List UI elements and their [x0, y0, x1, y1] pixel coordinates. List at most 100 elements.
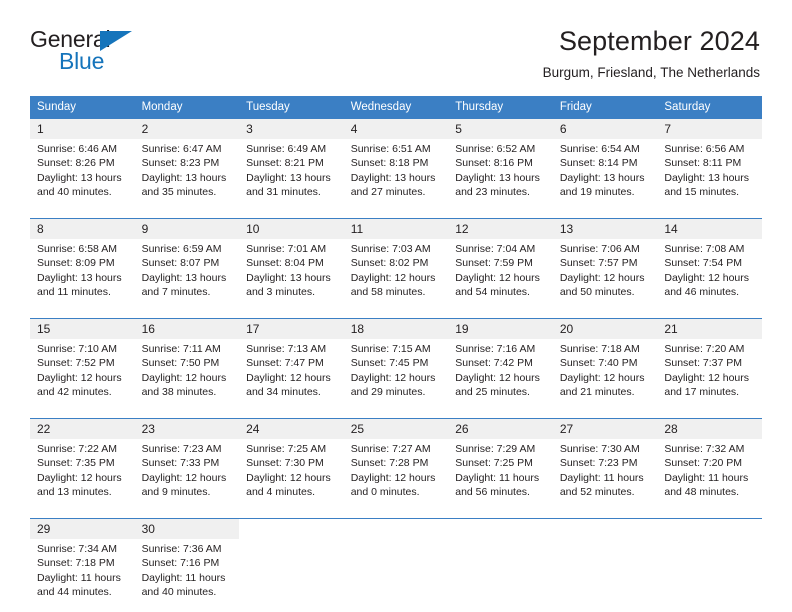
day-cell[interactable]: Sunrise: 7:27 AM Sunset: 7:28 PM Dayligh… [343, 439, 449, 509]
day-cell[interactable]: Sunrise: 7:03 AM Sunset: 8:02 PM Dayligh… [343, 239, 449, 309]
day-cell[interactable]: Sunrise: 7:15 AM Sunset: 7:45 PM Dayligh… [343, 339, 449, 409]
day-number[interactable]: 17 [239, 318, 344, 340]
day-cell[interactable]: Sunrise: 7:16 AM Sunset: 7:42 PM Dayligh… [448, 339, 553, 409]
sunrise-text: Sunrise: 7:18 AM [559, 343, 640, 356]
day-cell[interactable]: Sunrise: 7:04 AM Sunset: 7:59 PM Dayligh… [448, 239, 553, 309]
sunset-text: Sunset: 8:04 PM [246, 257, 324, 270]
day-number[interactable]: 15 [30, 318, 135, 340]
calendar-body: 1 2 3 4 5 6 7 Sunrise: 6:46 AM Sunset: 8… [30, 118, 762, 609]
day-number-empty [552, 518, 658, 540]
day-number[interactable]: 13 [552, 218, 658, 240]
day-number[interactable]: 30 [134, 518, 240, 540]
weekday-header-sunday: Sunday [30, 96, 135, 119]
daylight-text-line2: and 40 minutes. [141, 585, 217, 598]
day-cell[interactable]: Sunrise: 6:56 AM Sunset: 8:11 PM Dayligh… [657, 139, 762, 209]
daylight-text-line2: and 34 minutes. [246, 385, 321, 398]
day-number[interactable]: 7 [657, 118, 762, 140]
day-cell[interactable]: Sunrise: 7:06 AM Sunset: 7:57 PM Dayligh… [552, 239, 658, 309]
daylight-text-line1: Daylight: 13 hours [246, 271, 331, 284]
daylight-text-line1: Daylight: 12 hours [350, 271, 436, 284]
day-number[interactable]: 8 [30, 218, 135, 240]
day-number[interactable]: 11 [343, 218, 449, 240]
day-cell[interactable]: Sunrise: 7:36 AM Sunset: 7:16 PM Dayligh… [134, 539, 240, 609]
day-cell[interactable]: Sunrise: 7:22 AM Sunset: 7:35 PM Dayligh… [30, 439, 135, 509]
day-number[interactable]: 10 [239, 218, 344, 240]
day-number[interactable]: 9 [134, 218, 240, 240]
day-cell[interactable]: Sunrise: 7:34 AM Sunset: 7:18 PM Dayligh… [30, 539, 135, 609]
daylight-text-line1: Daylight: 11 hours [37, 571, 121, 584]
daylight-text-line2: and 23 minutes. [455, 185, 530, 198]
sunrise-text: Sunrise: 7:36 AM [141, 543, 222, 556]
daylight-text-line1: Daylight: 12 hours [559, 371, 645, 384]
day-cell-empty [448, 539, 553, 609]
day-cell[interactable]: Sunrise: 6:59 AM Sunset: 8:07 PM Dayligh… [134, 239, 240, 309]
sunset-text: Sunset: 7:57 PM [559, 257, 638, 270]
weekday-header-monday: Monday [134, 96, 240, 119]
day-cell[interactable]: Sunrise: 7:25 AM Sunset: 7:30 PM Dayligh… [239, 439, 344, 509]
day-cell[interactable]: Sunrise: 7:30 AM Sunset: 7:23 PM Dayligh… [552, 439, 658, 509]
week-spacer-cell [30, 509, 762, 519]
day-cell[interactable]: Sunrise: 7:18 AM Sunset: 7:40 PM Dayligh… [552, 339, 658, 409]
week-spacer-cell [30, 409, 762, 419]
day-number[interactable]: 2 [134, 118, 240, 140]
daylight-text-line1: Daylight: 13 hours [350, 171, 436, 184]
daylight-text-line1: Daylight: 13 hours [246, 171, 331, 184]
day-cell[interactable]: Sunrise: 7:01 AM Sunset: 8:04 PM Dayligh… [239, 239, 344, 309]
day-cell[interactable]: Sunrise: 7:20 AM Sunset: 7:37 PM Dayligh… [657, 339, 762, 409]
day-number[interactable]: 19 [448, 318, 553, 340]
daylight-text-line2: and 21 minutes. [559, 385, 635, 398]
daylight-text-line1: Daylight: 12 hours [350, 371, 436, 384]
day-number[interactable]: 1 [30, 118, 135, 140]
day-number[interactable]: 27 [552, 418, 658, 440]
day-cell[interactable]: Sunrise: 6:49 AM Sunset: 8:21 PM Dayligh… [239, 139, 344, 209]
logo-triangle-icon [100, 31, 132, 51]
day-cell[interactable]: Sunrise: 7:13 AM Sunset: 7:47 PM Dayligh… [239, 339, 344, 409]
day-number[interactable]: 24 [239, 418, 344, 440]
sunset-text: Sunset: 7:25 PM [455, 457, 533, 470]
day-number[interactable]: 21 [657, 318, 762, 340]
day-cell[interactable]: Sunrise: 7:29 AM Sunset: 7:25 PM Dayligh… [448, 439, 553, 509]
sunrise-text: Sunrise: 7:03 AM [350, 243, 431, 256]
day-number[interactable]: 3 [239, 118, 344, 140]
daylight-text-line1: Daylight: 12 hours [664, 371, 750, 384]
sunset-text: Sunset: 8:07 PM [141, 257, 220, 270]
day-number[interactable]: 18 [343, 318, 449, 340]
sunset-text: Sunset: 7:42 PM [455, 357, 533, 370]
day-number[interactable]: 6 [552, 118, 658, 140]
daylight-text-line2: and 44 minutes. [37, 585, 112, 598]
sunset-text: Sunset: 8:16 PM [455, 157, 533, 170]
day-cell[interactable]: Sunrise: 6:54 AM Sunset: 8:14 PM Dayligh… [552, 139, 658, 209]
day-number[interactable]: 4 [343, 118, 449, 140]
day-cell[interactable]: Sunrise: 7:32 AM Sunset: 7:20 PM Dayligh… [657, 439, 762, 509]
day-cell[interactable]: Sunrise: 6:46 AM Sunset: 8:26 PM Dayligh… [30, 139, 135, 209]
sunrise-text: Sunrise: 6:47 AM [141, 143, 222, 156]
day-number[interactable]: 16 [134, 318, 240, 340]
sunrise-text: Sunrise: 7:32 AM [664, 443, 745, 456]
day-cell[interactable]: Sunrise: 6:52 AM Sunset: 8:16 PM Dayligh… [448, 139, 553, 209]
day-number[interactable]: 22 [30, 418, 135, 440]
day-cell[interactable]: Sunrise: 7:08 AM Sunset: 7:54 PM Dayligh… [657, 239, 762, 309]
sunrise-text: Sunrise: 7:11 AM [141, 343, 221, 356]
day-cell[interactable]: Sunrise: 6:58 AM Sunset: 8:09 PM Dayligh… [30, 239, 135, 309]
day-cell[interactable]: Sunrise: 7:23 AM Sunset: 7:33 PM Dayligh… [134, 439, 240, 509]
daylight-text-line2: and 31 minutes. [246, 185, 321, 198]
day-number[interactable]: 23 [134, 418, 240, 440]
sunset-text: Sunset: 7:59 PM [455, 257, 533, 270]
day-number[interactable]: 29 [30, 518, 135, 540]
day-cell[interactable]: Sunrise: 6:51 AM Sunset: 8:18 PM Dayligh… [343, 139, 449, 209]
day-number[interactable]: 26 [448, 418, 553, 440]
general-blue-logo: General Blue [30, 26, 150, 78]
sunrise-text: Sunrise: 6:56 AM [664, 143, 745, 156]
day-number[interactable]: 25 [343, 418, 449, 440]
day-number[interactable]: 5 [448, 118, 553, 140]
day-number[interactable]: 12 [448, 218, 553, 240]
day-number[interactable]: 28 [657, 418, 762, 440]
day-cell[interactable]: Sunrise: 7:11 AM Sunset: 7:50 PM Dayligh… [134, 339, 240, 409]
week-spacer [30, 509, 762, 519]
week-1-daynumbers: 1 2 3 4 5 6 7 [30, 118, 762, 140]
day-number[interactable]: 14 [657, 218, 762, 240]
day-cell[interactable]: Sunrise: 7:10 AM Sunset: 7:52 PM Dayligh… [30, 339, 135, 409]
day-number[interactable]: 20 [552, 318, 658, 340]
day-cell[interactable]: Sunrise: 6:47 AM Sunset: 8:23 PM Dayligh… [134, 139, 240, 209]
daylight-text-line1: Daylight: 12 hours [455, 371, 540, 384]
